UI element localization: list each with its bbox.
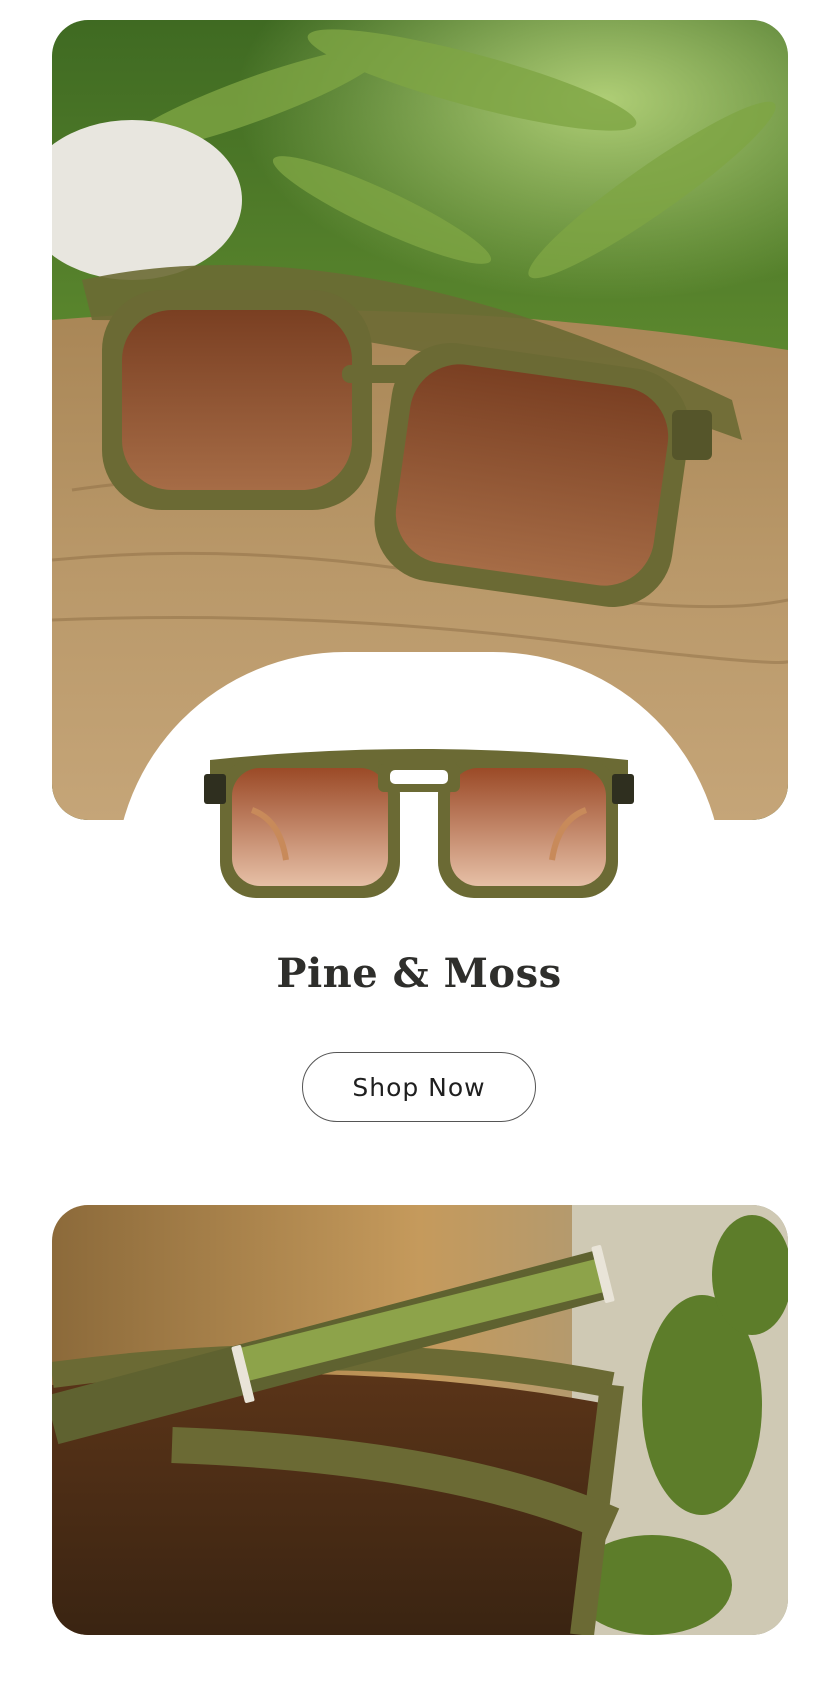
product-image [200,740,638,900]
detail-image [52,1205,788,1635]
product-title: Pine & Moss [276,950,562,997]
shop-now-button[interactable]: Shop Now [302,1052,536,1122]
